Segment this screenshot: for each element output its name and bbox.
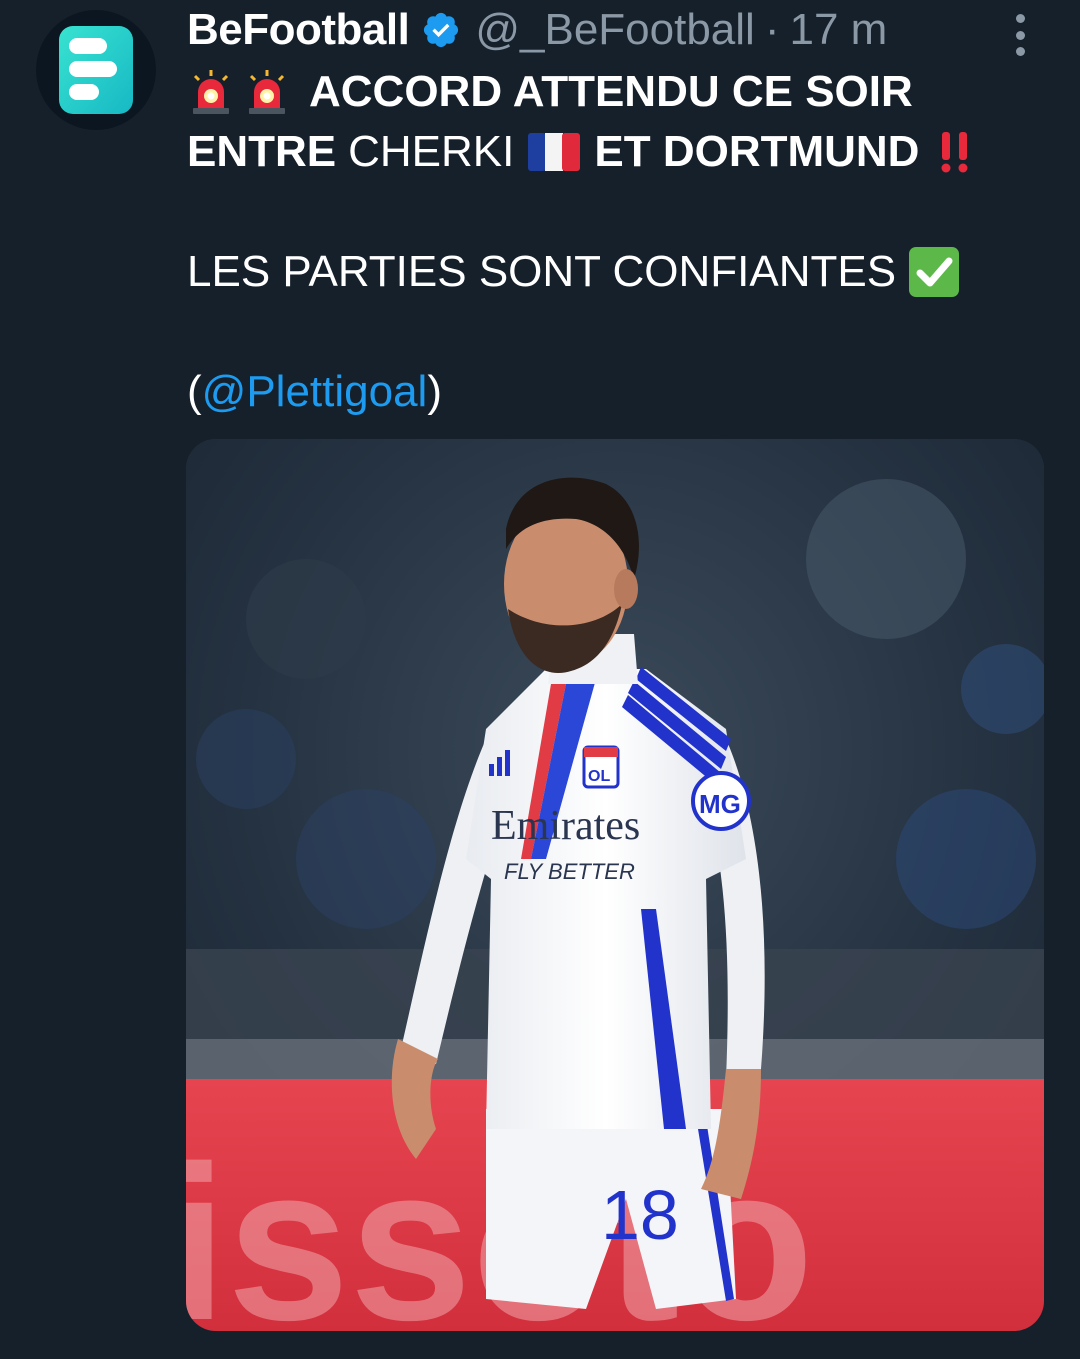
avatar[interactable] [36,10,156,130]
check-mark-icon [909,247,960,297]
author-handle[interactable]: @_BeFootball [475,5,755,55]
author-name[interactable]: BeFootball [187,5,410,55]
crest-text: OL [588,768,610,785]
shirt-number: 18 [601,1176,679,1254]
mention-open: ( [187,367,202,416]
timestamp[interactable]: 17 m [789,5,887,55]
text-line-1: ACCORD ATTENDU CE SOIR [187,62,1047,122]
mention-close: ) [427,367,442,416]
tweet-header: BeFootball @_BeFootball · 17 m [187,4,887,56]
tweet-text: ACCORD ATTENDU CE SOIR ENTRE CHERKI ET D… [187,62,1047,422]
siren-icon [249,70,285,114]
player-photo: issoto 18 OL [186,439,1044,1331]
text-line-3: LES PARTIES SONT CONFIANTES [187,242,1047,302]
mention-link[interactable]: @Plettigoal [202,362,428,422]
text-cherki: CHERKI [348,127,515,176]
text-line-4: ( @Plettigoal ) [187,362,1047,422]
text-et-dortmund: ET DORTMUND [594,127,920,176]
jersey-sponsor: Emirates [491,803,640,849]
text-line-1-content: ACCORD ATTENDU CE SOIR [309,67,913,116]
brand-logo-icon [59,26,133,114]
tweet-media[interactable]: issoto 18 OL [186,439,1044,1331]
text-entre: ENTRE [187,127,337,176]
jersey-tagline: FLY BETTER [504,859,635,884]
tweet[interactable]: BeFootball @_BeFootball · 17 m ACCORD AT… [0,0,1080,1359]
separator: · [764,5,780,54]
more-options-icon[interactable] [1008,14,1032,56]
sleeve-badge: MG [699,789,741,819]
double-exclamation-icon [941,132,968,173]
text-line-3-content: LES PARTIES SONT CONFIANTES [187,247,897,296]
verified-icon [424,12,459,48]
france-flag-icon [528,133,581,171]
text-line-2: ENTRE CHERKI ET DORTMUND [187,122,1047,182]
siren-icon [193,70,229,114]
